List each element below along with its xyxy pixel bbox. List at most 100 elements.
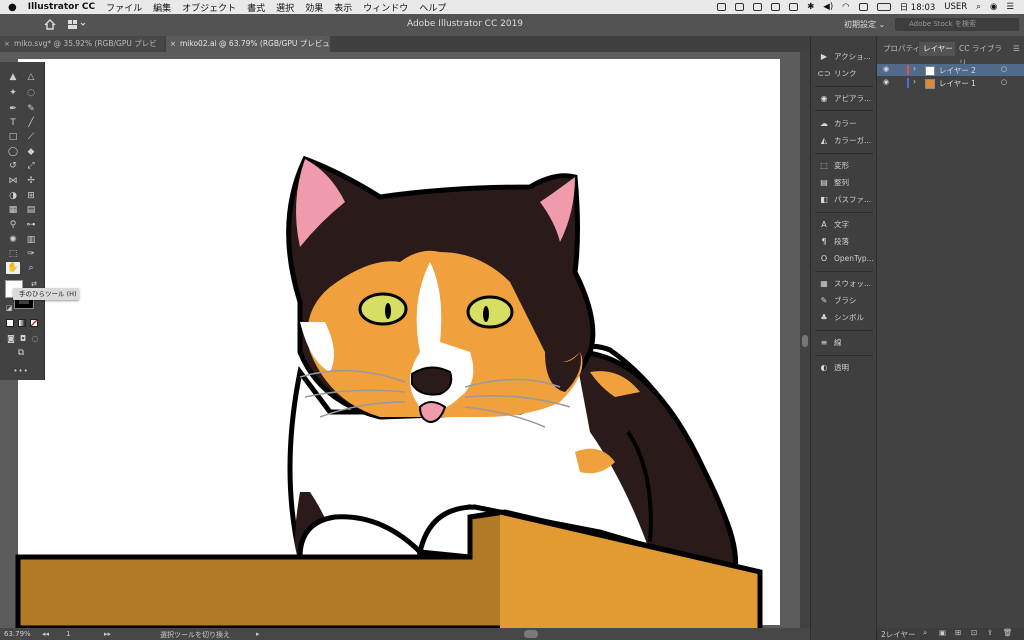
menu-select[interactable]: 選択 [276, 1, 294, 14]
panel-transparency[interactable]: ◐ 透明 [811, 360, 877, 376]
volume-icon[interactable]: ◀) [823, 2, 833, 12]
line-tool-icon[interactable]: ╱ [24, 117, 38, 129]
mail-icon[interactable] [753, 3, 763, 11]
graph-tool-icon[interactable]: ▥ [24, 234, 38, 246]
gradient-mode-icon[interactable] [18, 319, 26, 327]
battery-icon[interactable] [876, 3, 891, 11]
page-field[interactable]: 1 [66, 630, 70, 638]
next-artboard-icon[interactable]: ▸▸ [104, 630, 111, 638]
layer-name[interactable]: レイヤー 2 [939, 65, 976, 76]
zoom-tool-icon[interactable]: ⌕ [24, 262, 38, 274]
scale-tool-icon[interactable]: ⤢ [24, 160, 38, 172]
layer-row[interactable]: ◉ › レイヤー 2 ○ [877, 64, 1024, 76]
gradient-tool-icon[interactable]: ▤ [24, 204, 38, 216]
panel-character[interactable]: A 文字 [811, 217, 877, 233]
panel-brushes[interactable]: ✎ ブラシ [811, 293, 877, 309]
screen-icon[interactable] [858, 3, 868, 11]
notification-center-icon[interactable]: ☰ [1006, 2, 1014, 12]
panel-paragraph[interactable]: ¶ 段落 [811, 234, 877, 250]
rectangle-tool-icon[interactable]: □ [6, 131, 20, 143]
apple-menu-icon[interactable]: ● [8, 2, 17, 13]
panel-color[interactable]: ☁ カラー [811, 116, 877, 132]
clock[interactable]: 日 18:03 [900, 1, 936, 13]
perspective-grid-tool-icon[interactable]: ⊞ [24, 190, 38, 202]
panel-appearance[interactable]: ◉ アピアラ... [811, 91, 877, 107]
time-machine-icon[interactable] [789, 3, 799, 11]
calico-cat-illustration[interactable] [0, 52, 800, 628]
creative-cloud-icon[interactable] [717, 3, 727, 11]
target-icon[interactable]: ○ [1001, 78, 1007, 86]
user-menu[interactable]: USER [944, 2, 967, 12]
panel-actions[interactable]: ▶ アクショ... [811, 49, 877, 65]
blend-tool-icon[interactable]: ⊶ [24, 219, 38, 231]
menu-effect[interactable]: 効果 [305, 1, 323, 14]
menu-edit[interactable]: 編集 [153, 1, 171, 14]
workspace-preset-dropdown[interactable]: 初期設定 ⌄ [844, 19, 885, 30]
trash-icon[interactable]: 🗑 [1003, 628, 1013, 637]
panel-color-guide[interactable]: ◭ カラーガ... [811, 133, 877, 149]
expand-chevron-icon[interactable]: › [913, 64, 916, 73]
siri-icon[interactable]: ◉ [990, 2, 997, 12]
close-icon[interactable]: × [170, 36, 176, 52]
paintbrush-tool-icon[interactable]: ⟋ [24, 131, 38, 143]
menu-view[interactable]: 表示 [334, 1, 352, 14]
mesh-tool-icon[interactable]: ▦ [6, 204, 20, 216]
tab-miko-svg[interactable]: × miko.svg* @ 35.92% (RGB/GPU プレビュー) [0, 36, 164, 64]
close-icon[interactable]: × [4, 36, 10, 52]
panel-swatches[interactable]: ▦ スウォッ... [811, 276, 877, 292]
curvature-tool-icon[interactable]: ✎ [24, 103, 38, 115]
direct-selection-tool-icon[interactable]: △ [24, 71, 38, 83]
symbol-sprayer-tool-icon[interactable]: ✺ [6, 234, 20, 246]
new-layer-icon[interactable]: ⊡ [971, 628, 977, 637]
rotate-tool-icon[interactable]: ↺ [6, 160, 20, 172]
wifi-icon[interactable]: ◠ [842, 2, 849, 12]
none-mode-icon[interactable] [30, 319, 38, 327]
sync-icon[interactable] [735, 3, 745, 11]
zoom-field[interactable]: 63.79% [4, 630, 31, 638]
panel-opentype[interactable]: O OpenTyp... [811, 251, 877, 267]
color-mode-icon[interactable] [6, 319, 14, 327]
width-tool-icon[interactable]: ⋈ [6, 175, 20, 187]
screen-mode-icon[interactable]: ⧉ [14, 347, 28, 359]
lasso-tool-icon[interactable]: ◌ [24, 87, 38, 99]
tab-cc-libraries[interactable]: CC ライブラリ [959, 42, 1007, 67]
type-tool-icon[interactable]: T [6, 117, 20, 129]
layer-name[interactable]: レイヤー 1 [939, 78, 976, 89]
magic-wand-tool-icon[interactable]: ✦ [6, 87, 20, 99]
eraser-tool-icon[interactable]: ◆ [24, 146, 38, 158]
menu-object[interactable]: オブジェクト [182, 1, 236, 14]
panel-transform[interactable]: ⬚ 変形 [811, 158, 877, 174]
panel-stroke[interactable]: ≡ 線 [811, 335, 877, 351]
tab-layers[interactable]: レイヤー [919, 42, 955, 56]
pen-tool-icon[interactable]: ✒ [6, 103, 20, 115]
panel-menu-icon[interactable]: ☰ [1013, 42, 1023, 56]
eyedropper-tool-icon[interactable]: ⚲ [6, 219, 20, 231]
expand-chevron-icon[interactable]: › [913, 77, 916, 86]
shape-builder-tool-icon[interactable]: ◑ [6, 190, 20, 202]
scroll-thumb[interactable] [802, 335, 808, 347]
layer-row[interactable]: ◉ › レイヤー 1 ○ [877, 77, 1024, 89]
horizontal-scroll-thumb[interactable] [524, 630, 538, 638]
spotlight-icon[interactable]: ⌕ [976, 2, 981, 12]
hand-tool-icon[interactable]: ✋ [6, 262, 20, 274]
panel-align[interactable]: ▤ 整列 [811, 175, 877, 191]
locate-object-icon[interactable]: ⌕ [923, 628, 927, 638]
menu-type[interactable]: 書式 [247, 1, 265, 14]
selection-tool-icon[interactable]: ▲ [6, 71, 20, 83]
visibility-eye-icon[interactable]: ◉ [883, 65, 889, 73]
puppet-warp-tool-icon[interactable]: ✢ [24, 175, 38, 187]
app-menu[interactable]: Illustrator CC [28, 2, 95, 12]
tab-miko02-ai[interactable]: × miko02.ai @ 63.79% (RGB/GPU プレビュー) [166, 36, 330, 64]
status-menu-icon[interactable]: ▸ [256, 630, 260, 638]
panel-pathfinder[interactable]: ◧ パスファ... [811, 192, 877, 208]
menu-file[interactable]: ファイル [106, 1, 142, 14]
menu-help[interactable]: ヘルプ [419, 1, 446, 14]
new-sublayer-icon[interactable]: ⊞ [955, 628, 961, 637]
clipping-mask-icon[interactable]: ▣ [939, 628, 946, 637]
default-colors-icon[interactable]: ◪ [2, 302, 16, 314]
chat-icon[interactable] [771, 3, 781, 11]
adobe-stock-search-input[interactable]: Adobe Stock を検索 [895, 18, 1019, 31]
bluetooth-icon[interactable]: ✱ [807, 2, 814, 12]
menu-window[interactable]: ウィンドウ [363, 1, 408, 14]
panel-links[interactable]: ⊂⊃ リンク [811, 66, 877, 82]
